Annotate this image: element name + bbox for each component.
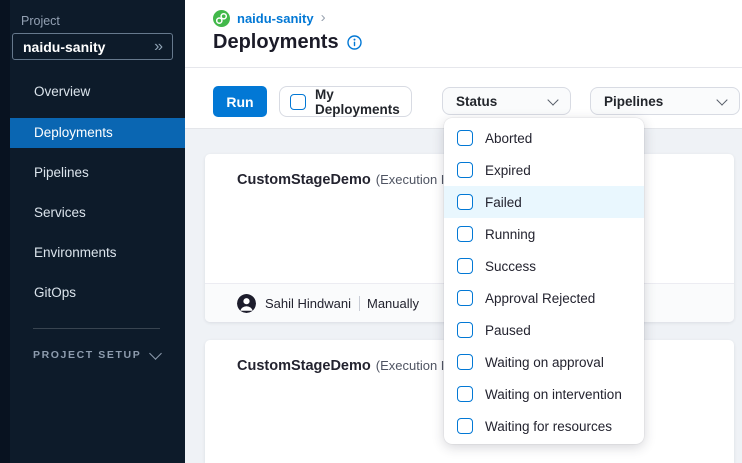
- status-option-label: Waiting on intervention: [485, 387, 622, 402]
- checkbox[interactable]: [457, 354, 473, 370]
- status-option-label: Waiting on approval: [485, 355, 604, 370]
- sidebar: Project naidu-sanity » Overview Deployme…: [0, 0, 185, 463]
- page-header: naidu-sanity › Deployments: [185, 0, 742, 68]
- status-dropdown-menu: Aborted Expired Failed Running Success A…: [444, 118, 644, 444]
- checkbox[interactable]: [457, 194, 473, 210]
- checkbox[interactable]: [457, 162, 473, 178]
- title-row: Deployments: [213, 31, 362, 54]
- checkbox[interactable]: [457, 130, 473, 146]
- checkbox[interactable]: [457, 386, 473, 402]
- footer-divider: [359, 296, 360, 311]
- checkbox[interactable]: [457, 258, 473, 274]
- status-option-expired[interactable]: Expired: [444, 154, 644, 186]
- checkbox[interactable]: [457, 290, 473, 306]
- breadcrumb: naidu-sanity ›: [213, 10, 326, 27]
- sidebar-section-project-setup[interactable]: PROJECT SETUP: [33, 349, 160, 361]
- chevron-down-icon: [149, 347, 162, 360]
- sidebar-item-gitops[interactable]: GitOps: [10, 278, 185, 308]
- project-label: Project: [21, 14, 60, 28]
- app-window: Project naidu-sanity » Overview Deployme…: [0, 0, 742, 463]
- status-option-approval-rejected[interactable]: Approval Rejected: [444, 282, 644, 314]
- status-option-label: Running: [485, 227, 535, 242]
- sidebar-item-environments[interactable]: Environments: [10, 238, 185, 268]
- my-deployments-filter[interactable]: My Deployments: [279, 86, 412, 117]
- checkbox[interactable]: [457, 418, 473, 434]
- checkbox[interactable]: [457, 322, 473, 338]
- trigger-type: Manually: [367, 296, 419, 311]
- status-option-running[interactable]: Running: [444, 218, 644, 250]
- status-filter-dropdown[interactable]: Status: [442, 87, 571, 115]
- status-option-failed[interactable]: Failed: [444, 186, 644, 218]
- status-option-label: Waiting for resources: [485, 419, 612, 434]
- project-selector[interactable]: naidu-sanity »: [12, 33, 173, 60]
- status-option-label: Failed: [485, 195, 522, 210]
- user-avatar-icon: [237, 294, 256, 313]
- chevron-right-icon: ›: [321, 10, 326, 25]
- status-option-label: Paused: [485, 323, 531, 338]
- checkbox[interactable]: [457, 226, 473, 242]
- run-button[interactable]: Run: [213, 86, 267, 117]
- my-deployments-label: My Deployments: [315, 87, 411, 117]
- sidebar-item-deployments[interactable]: Deployments: [10, 118, 185, 148]
- status-option-waiting-on-intervention[interactable]: Waiting on intervention: [444, 378, 644, 410]
- sidebar-divider: [33, 328, 160, 329]
- chevron-down-icon: [716, 94, 727, 105]
- status-option-label: Aborted: [485, 131, 532, 146]
- project-icon: [213, 10, 230, 27]
- module-edge-strip: [0, 0, 10, 463]
- info-icon[interactable]: [347, 35, 362, 50]
- double-chevron-right-icon[interactable]: »: [154, 39, 163, 55]
- execution-id-text: (Execution Id: [376, 358, 452, 373]
- triggered-by-user: Sahil Hindwani: [265, 296, 351, 311]
- chevron-down-icon: [547, 94, 558, 105]
- status-option-label: Approval Rejected: [485, 291, 595, 306]
- pipeline-name: CustomStageDemo: [237, 358, 371, 374]
- status-option-waiting-on-approval[interactable]: Waiting on approval: [444, 346, 644, 378]
- breadcrumb-project-link[interactable]: naidu-sanity: [237, 11, 314, 26]
- status-option-aborted[interactable]: Aborted: [444, 122, 644, 154]
- project-name: naidu-sanity: [23, 39, 105, 55]
- sidebar-item-pipelines[interactable]: Pipelines: [10, 158, 185, 188]
- pipeline-name: CustomStageDemo: [237, 172, 371, 188]
- execution-id-text: (Execution Id: [376, 172, 452, 187]
- pipelines-filter-label: Pipelines: [604, 94, 663, 109]
- status-option-paused[interactable]: Paused: [444, 314, 644, 346]
- sidebar-item-overview[interactable]: Overview: [10, 77, 185, 107]
- status-option-label: Expired: [485, 163, 531, 178]
- status-option-label: Success: [485, 259, 536, 274]
- sidebar-item-services[interactable]: Services: [10, 198, 185, 228]
- pipelines-filter-dropdown[interactable]: Pipelines: [590, 87, 740, 115]
- status-option-success[interactable]: Success: [444, 250, 644, 282]
- my-deployments-checkbox[interactable]: [290, 94, 306, 110]
- project-setup-label: PROJECT SETUP: [33, 349, 141, 361]
- status-filter-label: Status: [456, 94, 497, 109]
- status-option-waiting-for-resources[interactable]: Waiting for resources: [444, 410, 644, 442]
- page-title: Deployments: [213, 31, 339, 54]
